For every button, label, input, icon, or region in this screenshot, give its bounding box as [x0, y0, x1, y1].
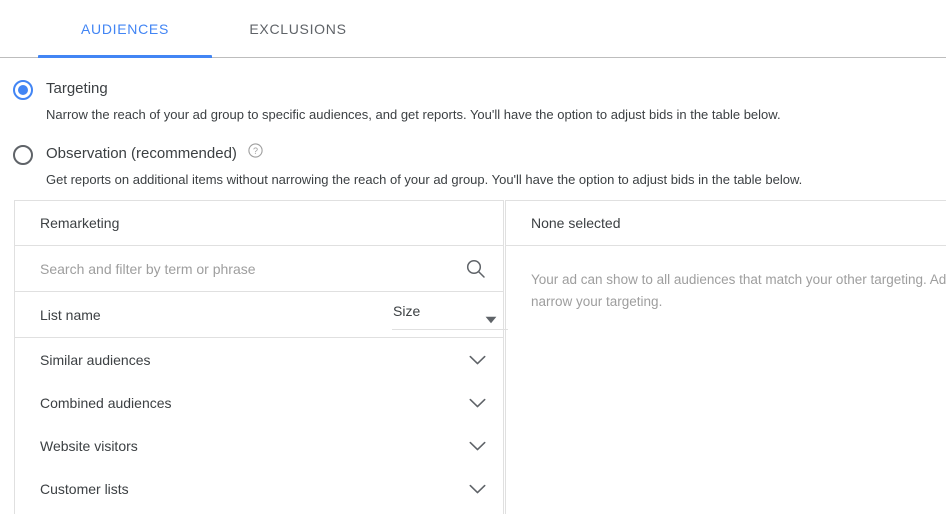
list-item[interactable]: Combined audiences: [15, 381, 503, 424]
size-sort-value: Size: [393, 303, 421, 319]
selection-header: None selected: [506, 201, 946, 246]
tab-bar: AUDIENCES EXCLUSIONS: [0, 0, 946, 58]
selection-empty-state-text: Your ad can show to all audiences that m…: [531, 272, 946, 309]
list-item-label: Combined audiences: [40, 394, 172, 411]
search-input[interactable]: [15, 246, 435, 291]
option-targeting-description: Narrow the reach of your ad group to spe…: [46, 107, 781, 122]
selection-empty-state: Your ad can show to all audiences that m…: [506, 246, 946, 313]
option-targeting-title: Targeting: [46, 80, 108, 97]
help-circle-icon[interactable]: ?: [248, 143, 264, 163]
remarketing-header-label: Remarketing: [40, 215, 120, 231]
list-item[interactable]: Customer lists: [15, 467, 503, 510]
tab-exclusions[interactable]: EXCLUSIONS: [212, 0, 384, 57]
option-targeting[interactable]: Targeting Narrow the reach of your ad gr…: [0, 79, 946, 123]
targeting-mode-options: Targeting Narrow the reach of your ad gr…: [0, 58, 946, 188]
audience-picker-right-panel: None selected Your ad can show to all au…: [505, 200, 946, 514]
search-row: [15, 246, 503, 292]
list-name-column-header: List name: [40, 306, 101, 323]
list-item-label: Website visitors: [40, 437, 138, 454]
tab-audiences[interactable]: AUDIENCES: [38, 0, 212, 57]
list-item[interactable]: Similar audiences: [15, 338, 503, 381]
list-item[interactable]: Website visitors: [15, 424, 503, 467]
chevron-down-icon[interactable]: [469, 482, 486, 498]
selection-header-label: None selected: [531, 215, 621, 231]
option-observation[interactable]: Observation (recommended) ? Get reports …: [0, 143, 946, 188]
chevron-down-icon[interactable]: [469, 396, 486, 412]
remarketing-header: Remarketing: [15, 201, 503, 246]
search-icon[interactable]: [465, 258, 486, 284]
tab-audiences-label: AUDIENCES: [81, 20, 169, 37]
radio-targeting[interactable]: [13, 80, 33, 100]
list-item-label: Customer lists: [40, 480, 129, 497]
size-sort-underline: [392, 329, 508, 330]
dropdown-arrow-icon: [485, 311, 497, 329]
chevron-down-icon[interactable]: [469, 353, 486, 369]
option-observation-title: Observation (recommended): [46, 145, 237, 162]
tab-exclusions-label: EXCLUSIONS: [249, 20, 347, 37]
option-observation-description: Get reports on additional items without …: [46, 172, 803, 187]
size-sort-dropdown[interactable]: Size: [379, 300, 508, 330]
chevron-down-icon[interactable]: [469, 439, 486, 455]
audience-picker: Remarketing List name Size: [14, 200, 946, 514]
list-header-row: List name Size: [15, 292, 508, 338]
svg-text:?: ?: [253, 146, 258, 156]
audience-picker-left-panel: Remarketing List name Size: [14, 200, 508, 514]
list-item-label: Similar audiences: [40, 351, 151, 368]
radio-observation[interactable]: [13, 145, 33, 165]
